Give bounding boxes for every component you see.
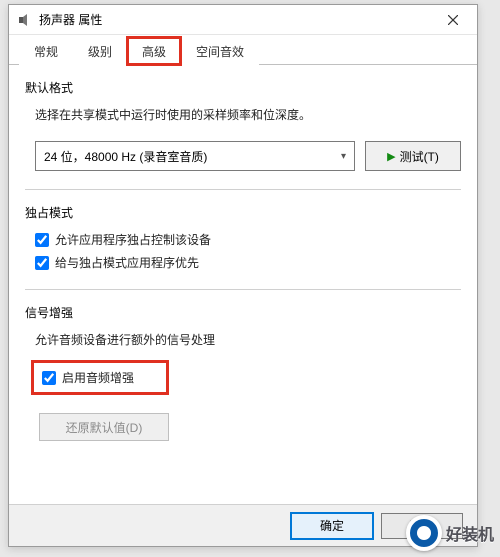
speaker-properties-dialog: 扬声器 属性 常规 级别 高级 空间音效 默认格式 选择在共享模式中运行时使用的… <box>8 4 478 547</box>
format-select-value: 24 位，48000 Hz (录音室音质) <box>44 148 207 165</box>
play-icon: ▶ <box>387 150 395 163</box>
tab-advanced[interactable]: 高级 <box>127 37 181 65</box>
group-exclusive-mode: 独占模式 允许应用程序独占控制该设备 给与独占模式应用程序优先 <box>25 204 461 271</box>
close-button[interactable] <box>433 6 473 34</box>
watermark-logo-icon <box>406 515 442 551</box>
enable-audio-enhance-label: 启用音频增强 <box>62 369 134 386</box>
ok-button[interactable]: 确定 <box>291 513 373 539</box>
divider <box>25 189 461 190</box>
tab-content: 默认格式 选择在共享模式中运行时使用的采样频率和位深度。 24 位，48000 … <box>9 65 477 505</box>
signal-enhance-title: 信号增强 <box>25 304 461 321</box>
close-icon <box>448 15 458 25</box>
signal-enhance-desc: 允许音频设备进行额外的信号处理 <box>35 331 461 348</box>
exclusive-mode-title: 独占模式 <box>25 204 461 221</box>
format-select[interactable]: 24 位，48000 Hz (录音室音质) ▾ <box>35 141 355 171</box>
tab-spatial[interactable]: 空间音效 <box>181 37 259 65</box>
titlebar: 扬声器 属性 <box>9 5 477 35</box>
tab-levels[interactable]: 级别 <box>73 37 127 65</box>
divider <box>25 289 461 290</box>
watermark: 好装机 <box>406 515 494 551</box>
test-button[interactable]: ▶ 测试(T) <box>365 141 461 171</box>
enable-audio-enhance-checkbox[interactable] <box>42 371 56 385</box>
default-format-title: 默认格式 <box>25 79 461 96</box>
group-signal-enhance: 信号增强 允许音频设备进行额外的信号处理 启用音频增强 <box>25 304 461 395</box>
test-button-label: 测试(T) <box>400 148 439 165</box>
enable-audio-enhance-row[interactable]: 启用音频增强 <box>31 360 169 395</box>
format-row: 24 位，48000 Hz (录音室音质) ▾ ▶ 测试(T) <box>35 141 461 171</box>
tab-general[interactable]: 常规 <box>19 37 73 65</box>
restore-defaults-button: 还原默认值(D) <box>39 413 169 441</box>
exclusive-priority-checkbox[interactable] <box>35 256 49 270</box>
exclusive-priority-label: 给与独占模式应用程序优先 <box>55 254 199 271</box>
allow-exclusive-control-checkbox[interactable] <box>35 233 49 247</box>
chevron-down-icon: ▾ <box>341 151 346 162</box>
speaker-icon <box>17 12 33 28</box>
allow-exclusive-control-row[interactable]: 允许应用程序独占控制该设备 <box>35 231 461 248</box>
watermark-text: 好装机 <box>446 521 494 545</box>
group-default-format: 默认格式 选择在共享模式中运行时使用的采样频率和位深度。 24 位，48000 … <box>25 79 461 171</box>
tab-row: 常规 级别 高级 空间音效 <box>9 35 477 65</box>
exclusive-priority-row[interactable]: 给与独占模式应用程序优先 <box>35 254 461 271</box>
default-format-desc: 选择在共享模式中运行时使用的采样频率和位深度。 <box>35 106 461 123</box>
window-title: 扬声器 属性 <box>39 11 433 28</box>
allow-exclusive-control-label: 允许应用程序独占控制该设备 <box>55 231 211 248</box>
